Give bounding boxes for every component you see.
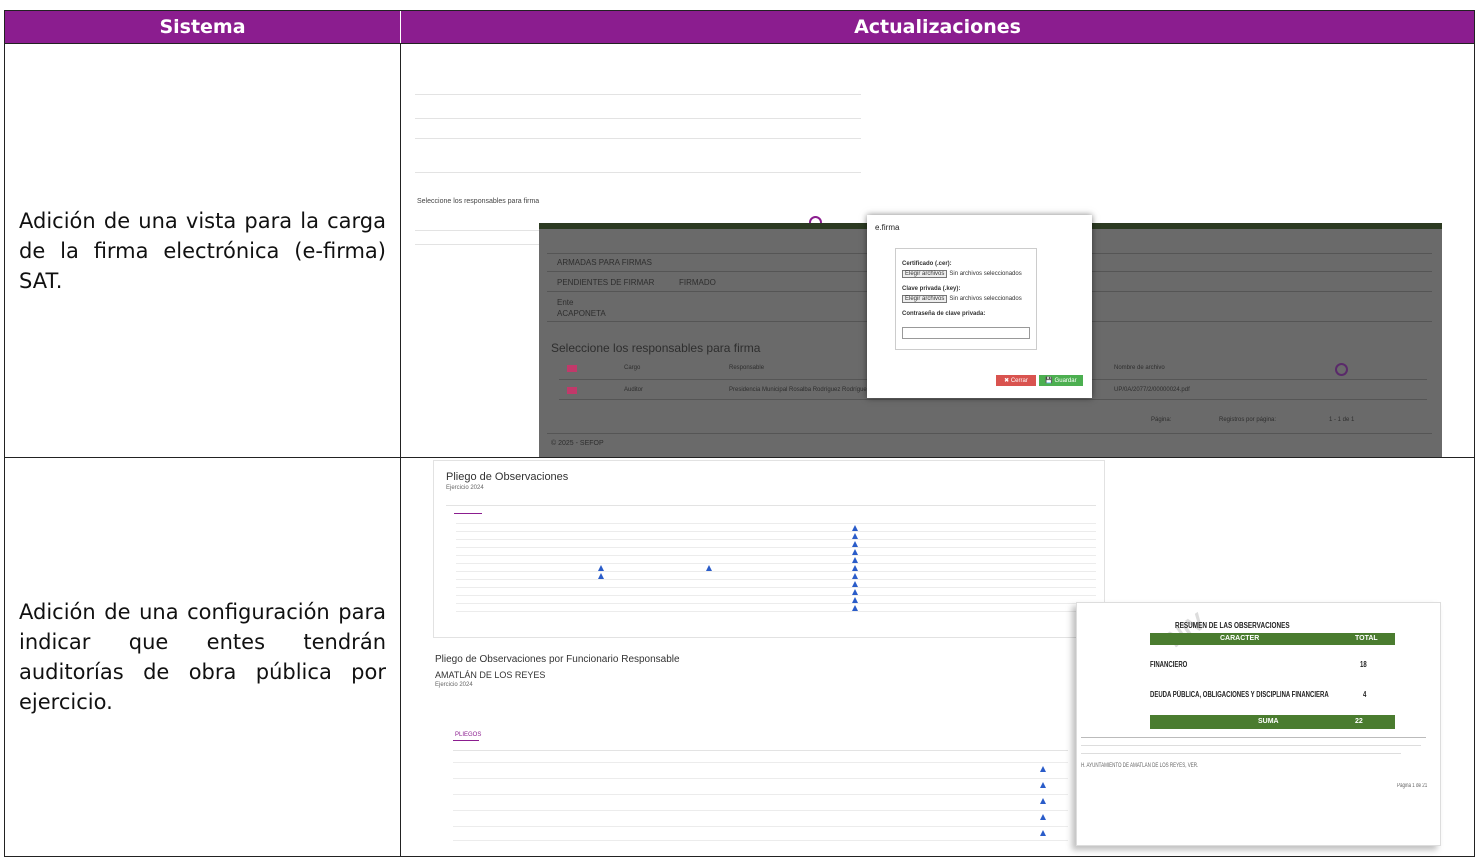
tab-firmadas[interactable]: ARMADAS PARA FIRMAS	[557, 258, 652, 267]
tab-pliegos[interactable]: PLIEGOS	[455, 732, 481, 738]
ente-value[interactable]: ACAPONETA	[557, 309, 606, 318]
row-cargo: Auditor	[624, 387, 644, 393]
pliego-title-top: Pliego de Observaciones	[446, 471, 569, 483]
updates-table: Sistema Actualizaciones Adición de una v…	[4, 10, 1475, 857]
select-all-checkbox[interactable]	[567, 365, 577, 372]
system-cell: Adición de una configuración para indica…	[5, 458, 401, 856]
ejercicio-label: Ejercicio 2024	[435, 682, 473, 688]
pdf-preview: NIV RESUMEN DE LAS OBSERVACIONES CARACTE…	[1076, 602, 1441, 846]
pdf-watermark: NIV	[1162, 608, 1211, 654]
row-checkbox[interactable]	[567, 387, 577, 394]
cert-file-button[interactable]: Elegir archivos	[902, 270, 948, 278]
ente-label: Ente	[557, 298, 574, 307]
pdf-sum-bar: SUMA 22	[1150, 715, 1395, 729]
pliego-subtitle-top: Ejercicio 2024	[446, 485, 484, 491]
col-nombre-archivo: Nombre de archivo	[1114, 365, 1165, 371]
ente-name: AMATLÁN DE LOS REYES	[435, 670, 546, 680]
table-row: Adición de una configuración para indica…	[5, 457, 1474, 856]
pdf-col-total: TOTAL	[1355, 635, 1378, 642]
tab-firmado[interactable]: FIRMADO	[679, 278, 716, 287]
pliego-screenshot: Pliego de Observaciones Ejercicio 2024 P…	[401, 458, 1474, 856]
table-header: Sistema Actualizaciones	[5, 11, 1474, 43]
pdf-page: Página 1 de 21	[1397, 783, 1428, 789]
cancel-button[interactable]: ✖ Cerrar	[996, 375, 1036, 386]
pdf-row1-label: FINANCIERO	[1150, 660, 1188, 669]
efirma-modal: e.firma Certificado (.cer): Elegir archi…	[867, 215, 1092, 398]
col-cargo: Cargo	[624, 365, 641, 371]
key-label: Clave privada (.key):	[902, 286, 961, 292]
pdf-sum-value: 22	[1355, 718, 1363, 725]
pdf-row1-value: 18	[1360, 660, 1367, 669]
section-heading-small: Seleccione los responsables para firma	[417, 198, 540, 205]
system-cell: Adición de una vista para la carga de la…	[5, 44, 401, 457]
pdf-sum-label: SUMA	[1258, 718, 1279, 725]
key-no-file: Sin archivos seleccionados	[949, 296, 1022, 302]
sign-icon[interactable]	[1335, 363, 1348, 376]
rows-per-page-label: Registros por página:	[1219, 417, 1277, 423]
range-label: 1 - 1 de 1	[1329, 417, 1355, 423]
row-description: Adición de una configuración para indica…	[19, 600, 386, 714]
pdf-row2-label: DEUDA PÚBLICA, OBLIGACIONES Y DISCIPLINA…	[1150, 690, 1329, 699]
pliego-title-bottom: Pliego de Observaciones por Funcionario …	[435, 654, 680, 665]
table-row: Adición de una vista para la carga de la…	[5, 43, 1474, 457]
efirma-screenshot: Seleccione los responsables para firma A…	[401, 44, 1474, 457]
modal-form: Certificado (.cer): Elegir archivos Sin a…	[895, 248, 1037, 350]
pagination-label: Página:	[1151, 417, 1172, 423]
password-label: Contraseña de clave privada:	[902, 311, 986, 317]
pliego-bottom-screenshot: Pliego de Observaciones por Funcionario …	[433, 650, 1073, 850]
pdf-header-bar: CARACTER TOTAL	[1150, 633, 1395, 645]
modal-title: e.firma	[875, 223, 900, 232]
section-heading: Seleccione los responsables para firma	[551, 341, 761, 355]
key-file-button[interactable]: Elegir archivos	[902, 295, 948, 303]
pdf-title: RESUMEN DE LAS OBSERVACIONES	[1175, 621, 1290, 630]
pdf-col-caracter: CARACTER	[1220, 635, 1260, 642]
pdf-row2-value: 4	[1363, 690, 1367, 699]
header-sistema: Sistema	[5, 11, 401, 43]
cert-file-input[interactable]: Elegir archivos Sin archivos seleccionado…	[902, 270, 1022, 278]
key-file-input[interactable]: Elegir archivos Sin archivos seleccionado…	[902, 295, 1022, 303]
tab-pendientes[interactable]: PENDIENTES DE FIRMAR	[557, 278, 654, 287]
cert-no-file: Sin archivos seleccionados	[949, 271, 1022, 277]
header-actualizaciones: Actualizaciones	[854, 16, 1021, 38]
row-description: Adición de una vista para la carga de la…	[19, 208, 386, 293]
password-field[interactable]	[902, 327, 1030, 339]
pliego-top-screenshot: Pliego de Observaciones Ejercicio 2024	[433, 460, 1105, 638]
cert-label: Certificado (.cer):	[902, 261, 952, 267]
save-button[interactable]: 💾 Guardar	[1039, 375, 1083, 386]
row-archivo[interactable]: UP/0A/2077/2/00000024.pdf	[1114, 387, 1190, 393]
footer-text: © 2025 - SEFOP	[551, 440, 604, 447]
pdf-footer-text: H. AYUNTAMIENTO DE AMATLÁN DE LOS REYES,…	[1081, 763, 1199, 769]
col-responsable: Responsable	[729, 365, 765, 371]
row-responsable: Presidencia Municipal Rosalba Rodríguez …	[729, 387, 870, 393]
